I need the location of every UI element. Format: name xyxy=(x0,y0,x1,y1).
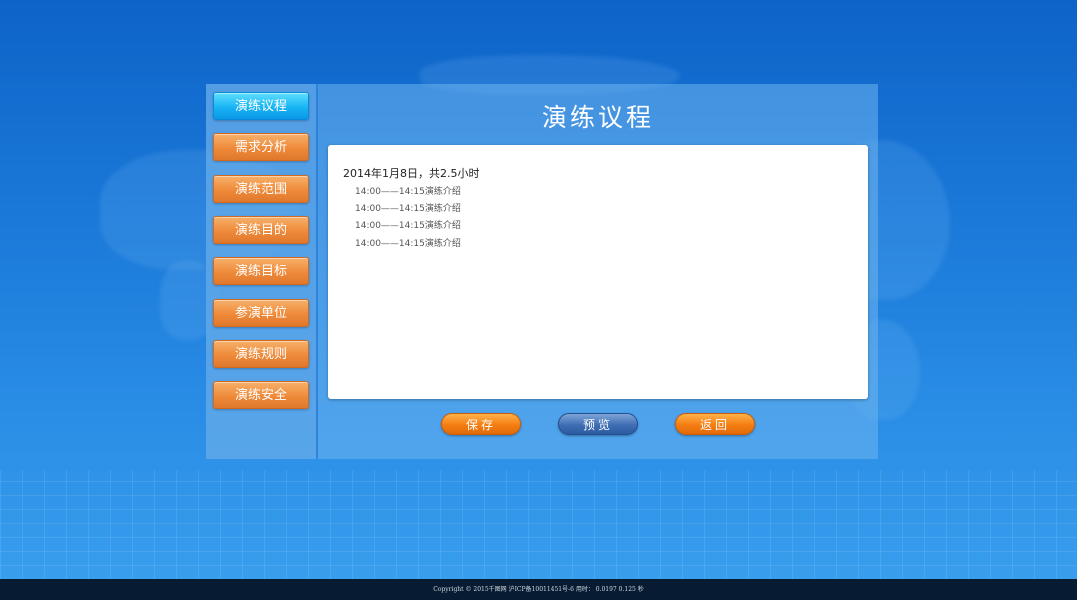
agenda-item: 14:00——14:15演练介绍 xyxy=(355,221,461,231)
agenda-item: 14:00——14:15演练介绍 xyxy=(355,187,461,197)
page-title: 演练议程 xyxy=(541,103,654,132)
agenda-date-line: 2014年1月8日，共2.5小时 xyxy=(343,167,480,180)
agenda-item: 14:00——14:15演练介绍 xyxy=(355,204,461,214)
sidebar-item-scope[interactable]: 演练范围 xyxy=(213,175,309,203)
agenda-item: 14:00——14:15演练介绍 xyxy=(355,239,461,249)
grid-floor-decoration xyxy=(0,470,1077,580)
app-background: 演练议程 需求分析 演练范围 演练目的 演练目标 参演单位 演练规则 演练安全 … xyxy=(0,0,1077,600)
sidebar-item-requirements[interactable]: 需求分析 xyxy=(213,133,309,161)
preview-button[interactable]: 预览 xyxy=(558,413,638,435)
sidebar-item-purpose[interactable]: 演练目的 xyxy=(213,216,309,244)
sidebar-item-safety[interactable]: 演练安全 xyxy=(213,381,309,409)
agenda-content-box: 2014年1月8日，共2.5小时 14:00——14:15演练介绍 14:00—… xyxy=(328,145,868,399)
back-button[interactable]: 返回 xyxy=(675,413,755,435)
sidebar-item-goals[interactable]: 演练目标 xyxy=(213,257,309,285)
footer-copyright: Copyright © 2015千图网 沪ICP备10011451号-6 用时：… xyxy=(0,579,1077,600)
sidebar-item-participants[interactable]: 参演单位 xyxy=(213,299,309,327)
sidebar-item-rules[interactable]: 演练规则 xyxy=(213,340,309,368)
save-button[interactable]: 保存 xyxy=(441,413,521,435)
sidebar-item-agenda[interactable]: 演练议程 xyxy=(213,92,309,120)
